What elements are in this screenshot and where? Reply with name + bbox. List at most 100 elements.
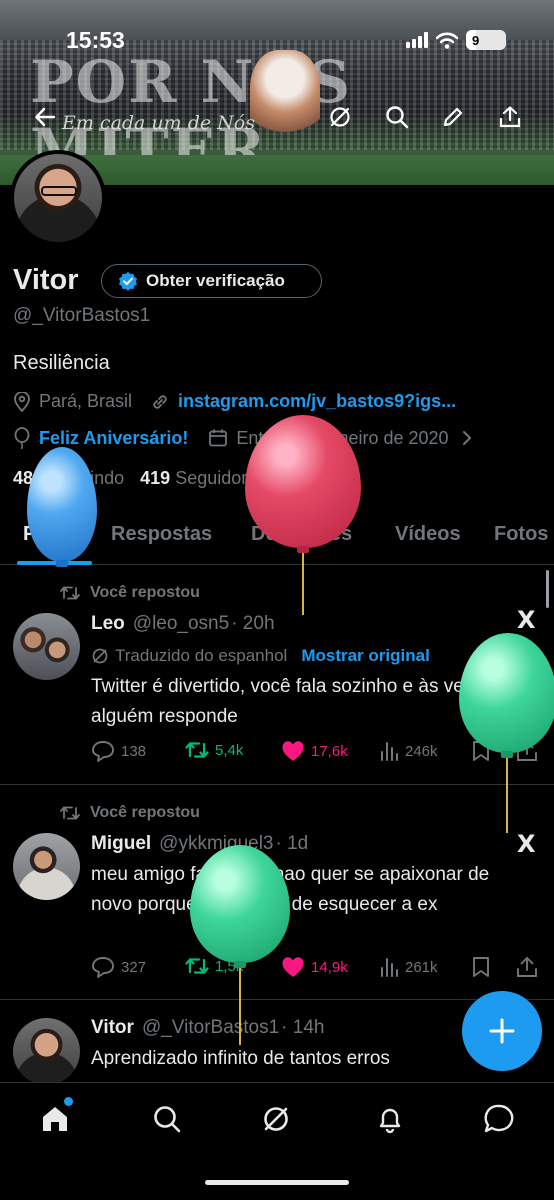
profile-location: Pará, Brasil [39,391,133,411]
repost-indicator: Você repostou [60,804,200,822]
reply-button[interactable]: 138 [91,740,146,762]
get-verified-label: Obter verificação [146,271,285,290]
profile-bio: Resiliência [13,352,110,374]
back-button[interactable] [28,100,62,134]
tweet-author-avatar[interactable] [13,833,80,900]
search-button[interactable] [380,100,414,134]
view-count: 261k [405,958,438,976]
repost-icon [60,806,80,820]
verified-badge-icon [119,272,137,291]
search-icon [386,106,409,129]
tab-videos[interactable]: Vídeos [395,523,461,546]
tweet-author-handle[interactable]: @leo_osn5 [133,613,229,635]
birthday-balloon-red [245,415,361,615]
tweet-author-name[interactable]: Miguel [91,833,151,855]
home-icon [43,1107,67,1131]
home-notification-dot [64,1097,73,1106]
birthday-balloon-green-right [459,633,554,833]
views-icon [381,958,398,977]
wifi-icon [436,32,458,49]
edit-button[interactable] [436,100,470,134]
share-icon [517,956,537,977]
nav-messages[interactable] [481,1101,517,1137]
message-icon [484,1104,514,1133]
get-verified-button[interactable]: Obter verificação [101,264,322,298]
signal-icon [406,32,428,48]
bell-icon [379,1108,401,1134]
grok-icon [330,107,350,127]
tab-replies[interactable]: Respostas [111,523,212,546]
repost-icon [60,586,80,600]
link-icon [153,394,167,409]
nav-home[interactable] [37,1101,73,1137]
followers-count: 419 [140,468,171,488]
share-icon [499,106,521,128]
translated-label: Traduzido do espanhol [115,646,288,665]
balloon-icon [14,427,30,449]
reply-count: 138 [121,742,147,760]
x-logo-icon: X [517,606,536,634]
repost-icon [185,741,209,759]
profile-avatar[interactable] [10,150,106,246]
x-logo-icon: X [517,830,536,858]
avatar-glasses [41,186,77,196]
arrow-left-icon [35,107,56,127]
home-indicator[interactable] [205,1180,349,1185]
profile-handle: @_VitorBastos1 [13,305,151,326]
banner-motto: Em cada um de Nós [62,112,255,134]
reply-button[interactable]: 327 [91,956,146,978]
tweet-header: Leo @leo_osn5 · 20h [91,613,275,635]
calendar-icon [209,429,228,447]
heart-icon [282,741,304,761]
repost-count: 5,4k [215,741,244,759]
repost-label: Você repostou [90,584,200,601]
banner-saint-figure [250,50,320,145]
profile-meta-row-1: Pará, Brasil instagram.com/jv_bastos9?ig… [13,391,456,412]
tweet-text: meu amigo falou que nao quer se apaixona… [91,864,490,915]
nav-notifications[interactable] [372,1101,408,1137]
chevron-right-icon[interactable] [461,430,473,446]
pencil-icon [443,107,463,127]
view-count: 246k [405,742,438,760]
repost-indicator: Você repostou [60,584,200,602]
search-icon [154,1106,181,1133]
nav-grok[interactable] [258,1101,294,1137]
profile-website-link[interactable]: instagram.com/jv_bastos9?igs... [178,391,456,412]
reply-icon [92,957,114,978]
like-count: 14,9k [311,958,348,976]
tab-photos[interactable]: Fotos [494,523,548,546]
grok-button[interactable] [323,100,357,134]
reply-count: 327 [121,958,147,976]
show-original-link[interactable]: Mostrar original [301,646,429,666]
compose-post-button[interactable] [462,991,542,1071]
tweet-author-avatar[interactable] [13,1018,80,1085]
like-button[interactable]: 17,6k [281,740,348,762]
repost-button[interactable]: 5,4k [185,740,243,760]
views-button[interactable]: 246k [379,740,438,762]
bookmark-button[interactable] [472,956,490,978]
tweet-actions: 327 1,5k 14,9k 261k [91,956,541,984]
profile-meta-row-2: Feliz Aniversário! Entrou em janeiro de … [13,427,473,449]
share-button[interactable] [493,100,527,134]
location-pin-icon [14,391,30,412]
views-icon [381,742,398,761]
grok-icon [92,648,108,664]
status-time: 15:53 [66,27,125,53]
tweet-text: Aprendizado infinito de tantos erros [91,1048,390,1069]
bookmark-icon [473,957,489,977]
views-button[interactable]: 261k [379,956,438,978]
plus-icon [489,1018,515,1044]
profile-name: Vitor [13,264,79,296]
share-tweet-button[interactable] [516,956,538,978]
reply-icon [92,741,114,762]
like-count: 17,6k [311,742,348,760]
nav-search[interactable] [149,1101,185,1137]
tweet-author-name[interactable]: Vitor [91,1017,134,1039]
tweet-author-avatar[interactable] [13,613,80,680]
birthday-balloon-green-center [190,845,290,1045]
tweet-author-name[interactable]: Leo [91,613,125,635]
like-button[interactable]: 14,9k [281,956,348,978]
battery-level: 9 [472,32,480,48]
profile-birthday[interactable]: Feliz Aniversário! [39,428,188,449]
birthday-balloon-blue [27,447,97,567]
